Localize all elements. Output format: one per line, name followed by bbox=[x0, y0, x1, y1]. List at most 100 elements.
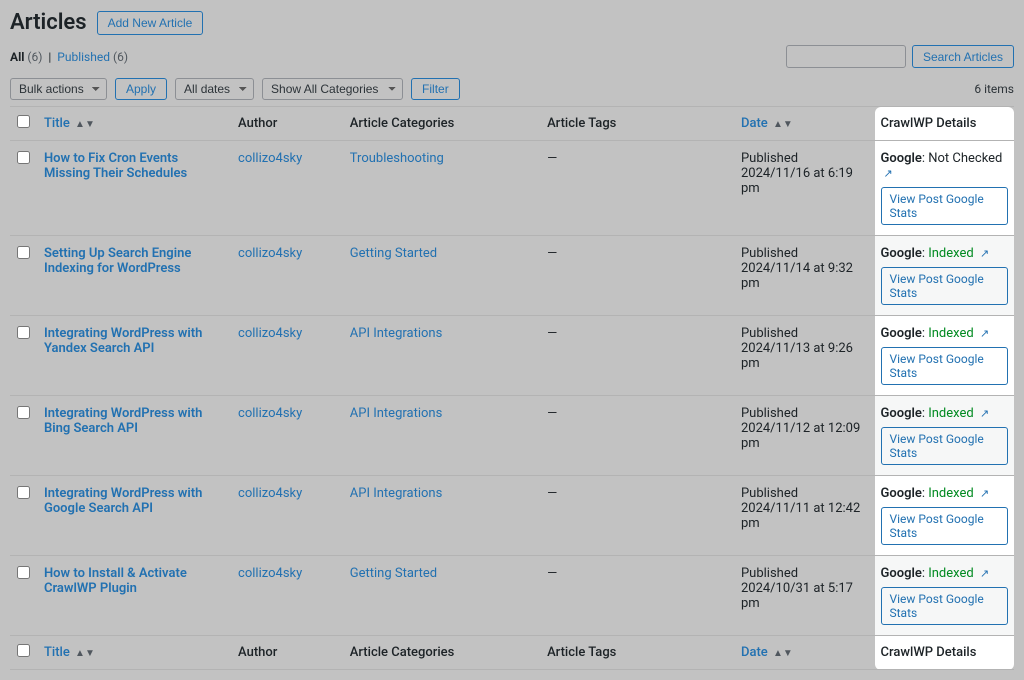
article-title-link[interactable]: How to Install & Activate CrawlWP Plugin bbox=[44, 566, 187, 596]
google-status[interactable]: Indexed bbox=[928, 486, 974, 501]
google-label: Google bbox=[881, 566, 922, 581]
search-input[interactable] bbox=[786, 45, 906, 68]
article-title-link[interactable]: How to Fix Cron Events Missing Their Sch… bbox=[44, 151, 187, 181]
sort-icon: ▲▼ bbox=[773, 648, 793, 659]
column-header-author: Author bbox=[232, 107, 344, 141]
category-link[interactable]: API Integrations bbox=[350, 406, 443, 421]
author-link[interactable]: collizo4sky bbox=[238, 246, 302, 261]
table-row: Setting Up Search Engine Indexing for Wo… bbox=[10, 236, 1014, 316]
sort-icon: ▲▼ bbox=[75, 648, 95, 659]
article-title-link[interactable]: Integrating WordPress with Yandex Search… bbox=[44, 326, 202, 356]
google-label: Google bbox=[881, 326, 922, 341]
filter-button[interactable]: Filter bbox=[411, 78, 460, 100]
date-cell: Published2024/11/16 at 6:19 pm bbox=[735, 141, 875, 236]
status-filter-links: All (6) | Published (6) bbox=[10, 50, 128, 64]
view-stats-button[interactable]: View Post Google Stats bbox=[881, 587, 1009, 625]
row-checkbox[interactable] bbox=[17, 151, 30, 164]
date-cell: Published2024/11/14 at 9:32 pm bbox=[735, 236, 875, 316]
column-footer-categories: Article Categories bbox=[344, 636, 541, 670]
crawlwp-cell: Google: Indexed ↗ View Post Google Stats bbox=[875, 476, 1015, 556]
view-stats-button[interactable]: View Post Google Stats bbox=[881, 187, 1009, 225]
column-footer-tags: Article Tags bbox=[541, 636, 735, 670]
google-status[interactable]: Indexed bbox=[928, 406, 974, 421]
date-cell: Published2024/10/31 at 5:17 pm bbox=[735, 556, 875, 636]
external-link-icon[interactable]: ↗ bbox=[980, 567, 989, 580]
article-title-link[interactable]: Setting Up Search Engine Indexing for Wo… bbox=[44, 246, 191, 276]
column-footer-date[interactable]: Date ▲▼ bbox=[735, 636, 875, 670]
column-header-date[interactable]: Date ▲▼ bbox=[735, 107, 875, 141]
items-count-label: 6 items bbox=[974, 82, 1014, 96]
add-new-article-button[interactable]: Add New Article bbox=[97, 11, 204, 35]
bulk-actions-select[interactable]: Bulk actions bbox=[10, 78, 107, 100]
categories-select[interactable]: Show All Categories bbox=[262, 78, 403, 100]
table-row: How to Install & Activate CrawlWP Plugin… bbox=[10, 556, 1014, 636]
google-status[interactable]: Not Checked bbox=[928, 151, 1002, 166]
author-link[interactable]: collizo4sky bbox=[238, 406, 302, 421]
date-cell: Published2024/11/13 at 9:26 pm bbox=[735, 316, 875, 396]
view-stats-button[interactable]: View Post Google Stats bbox=[881, 427, 1009, 465]
article-title-link[interactable]: Integrating WordPress with Google Search… bbox=[44, 486, 202, 516]
google-label: Google bbox=[881, 486, 922, 501]
google-label: Google bbox=[881, 246, 922, 261]
google-label: Google bbox=[881, 406, 922, 421]
status-all-link[interactable]: All bbox=[10, 50, 24, 64]
crawlwp-cell: Google: Indexed ↗ View Post Google Stats bbox=[875, 556, 1015, 636]
column-header-categories: Article Categories bbox=[344, 107, 541, 141]
tags-cell: — bbox=[541, 316, 735, 396]
view-stats-button[interactable]: View Post Google Stats bbox=[881, 507, 1009, 545]
view-stats-button[interactable]: View Post Google Stats bbox=[881, 347, 1009, 385]
view-stats-button[interactable]: View Post Google Stats bbox=[881, 267, 1009, 305]
external-link-icon[interactable]: ↗ bbox=[980, 407, 989, 420]
tags-cell: — bbox=[541, 141, 735, 236]
google-status[interactable]: Indexed bbox=[928, 246, 974, 261]
status-all-count: (6) bbox=[27, 50, 42, 64]
row-checkbox[interactable] bbox=[17, 486, 30, 499]
tags-cell: — bbox=[541, 476, 735, 556]
crawlwp-cell: Google: Indexed ↗ View Post Google Stats bbox=[875, 396, 1015, 476]
row-checkbox[interactable] bbox=[17, 406, 30, 419]
category-link[interactable]: Getting Started bbox=[350, 246, 437, 261]
tags-cell: — bbox=[541, 236, 735, 316]
external-link-icon[interactable]: ↗ bbox=[980, 487, 989, 500]
column-header-title[interactable]: Title ▲▼ bbox=[38, 107, 232, 141]
row-checkbox[interactable] bbox=[17, 326, 30, 339]
google-label: Google bbox=[881, 151, 922, 166]
google-status[interactable]: Indexed bbox=[928, 566, 974, 581]
date-cell: Published2024/11/12 at 12:09 pm bbox=[735, 396, 875, 476]
tags-cell: — bbox=[541, 556, 735, 636]
crawlwp-cell: Google: Indexed ↗ View Post Google Stats bbox=[875, 316, 1015, 396]
sort-icon: ▲▼ bbox=[773, 119, 793, 130]
column-header-tags: Article Tags bbox=[541, 107, 735, 141]
select-all-checkbox-bottom[interactable] bbox=[17, 644, 30, 657]
select-all-checkbox[interactable] bbox=[17, 115, 30, 128]
external-link-icon[interactable]: ↗ bbox=[980, 327, 989, 340]
external-link-icon[interactable]: ↗ bbox=[884, 167, 893, 180]
date-cell: Published2024/11/11 at 12:42 pm bbox=[735, 476, 875, 556]
category-link[interactable]: Getting Started bbox=[350, 566, 437, 581]
column-footer-title[interactable]: Title ▲▼ bbox=[38, 636, 232, 670]
search-button[interactable]: Search Articles bbox=[912, 45, 1014, 68]
crawlwp-cell: Google: Not Checked ↗ View Post Google S… bbox=[875, 141, 1015, 236]
page-title: Articles bbox=[10, 10, 87, 35]
row-checkbox[interactable] bbox=[17, 246, 30, 259]
external-link-icon[interactable]: ↗ bbox=[980, 247, 989, 260]
row-checkbox[interactable] bbox=[17, 566, 30, 579]
apply-button[interactable]: Apply bbox=[115, 78, 167, 100]
category-link[interactable]: Troubleshooting bbox=[350, 151, 444, 166]
tags-cell: — bbox=[541, 396, 735, 476]
column-header-crawlwp: CrawlWP Details bbox=[875, 107, 1015, 141]
category-link[interactable]: API Integrations bbox=[350, 326, 443, 341]
author-link[interactable]: collizo4sky bbox=[238, 566, 302, 581]
author-link[interactable]: collizo4sky bbox=[238, 151, 302, 166]
category-link[interactable]: API Integrations bbox=[350, 486, 443, 501]
crawlwp-cell: Google: Indexed ↗ View Post Google Stats bbox=[875, 236, 1015, 316]
table-row: Integrating WordPress with Bing Search A… bbox=[10, 396, 1014, 476]
status-published-link[interactable]: Published bbox=[57, 50, 110, 64]
table-row: Integrating WordPress with Google Search… bbox=[10, 476, 1014, 556]
article-title-link[interactable]: Integrating WordPress with Bing Search A… bbox=[44, 406, 202, 436]
column-footer-crawlwp: CrawlWP Details bbox=[875, 636, 1015, 670]
google-status[interactable]: Indexed bbox=[928, 326, 974, 341]
author-link[interactable]: collizo4sky bbox=[238, 326, 302, 341]
dates-select[interactable]: All dates bbox=[175, 78, 254, 100]
author-link[interactable]: collizo4sky bbox=[238, 486, 302, 501]
